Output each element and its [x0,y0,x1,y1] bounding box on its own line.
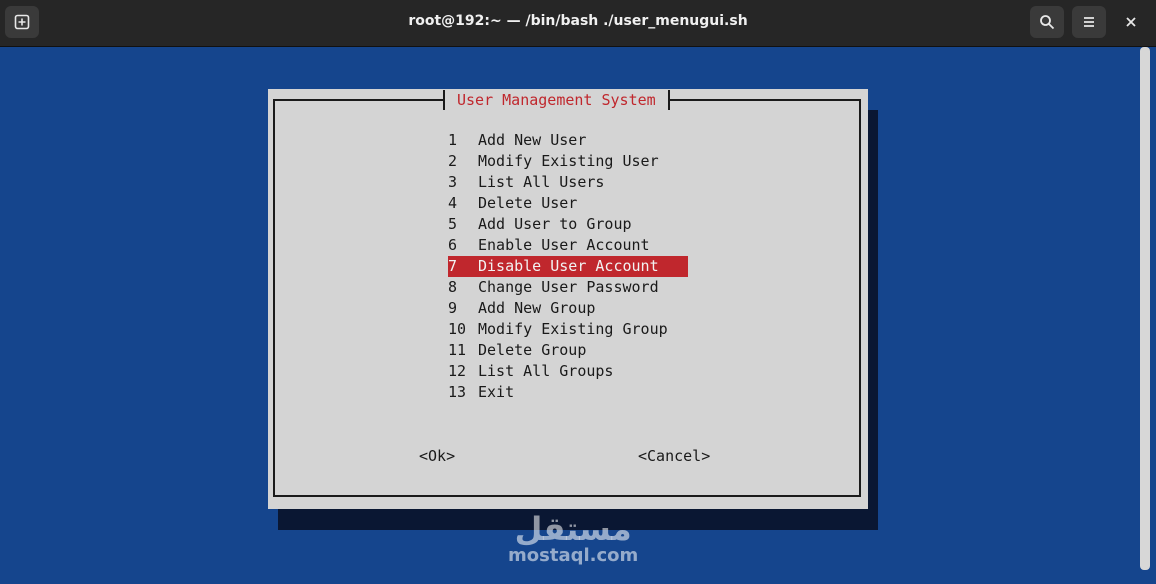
menu-dialog: User Management System 1 Add New User 2 Mod… [268,89,868,509]
menu-item-label: Add New Group [478,299,596,317]
menu-item-label: Change User Password [478,278,659,296]
window-titlebar: root@192:~ — /bin/bash ./user_menugui.sh [0,0,1156,47]
menu-item[interactable]: 2 Modify Existing User [448,151,688,172]
menu-item[interactable]: 6 Enable User Account [448,235,688,256]
menu-item[interactable]: 9 Add New Group [448,298,688,319]
menu-item-number: 1 [448,131,458,149]
menu-item-label: Enable User Account [478,236,650,254]
terminal-scrollbar[interactable] [1140,47,1150,570]
dialog-title: User Management System [443,90,670,110]
menu-item-number: 6 [448,236,458,254]
menu-item-number: 7 [448,257,458,275]
watermark-arabic: مستقل [514,510,632,548]
menu-item[interactable]: 5 Add User to Group [448,214,688,235]
menu-item[interactable]: 3 List All Users [448,172,688,193]
menu-item-label: Delete Group [478,341,587,359]
menu-item-label: Add New User [478,131,587,149]
menu-item-number: 13 [448,383,467,401]
cancel-button[interactable]: <Cancel> [638,447,710,465]
menu-list: 1 Add New User 2 Modify Existing User 3 List … [448,130,688,403]
menu-item-number: 3 [448,173,458,191]
menu-item-label: Modify Existing Group [478,320,668,338]
menu-item-number: 2 [448,152,458,170]
menu-item[interactable]: 8 Change User Password [448,277,688,298]
menu-item-label: Add User to Group [478,215,632,233]
menu-item-number: 11 [448,341,467,359]
menu-item-label: List All Groups [478,362,614,380]
watermark: مستقل mostaql.com [508,512,638,566]
menu-item[interactable]: 10 Modify Existing Group [448,319,688,340]
menu-item[interactable]: 1 Add New User [448,130,688,151]
menu-item[interactable]: 13 Exit [448,382,688,403]
menu-item-number: 5 [448,215,458,233]
hamburger-menu-button[interactable] [1072,6,1106,38]
menu-item-label: List All Users [478,173,605,191]
menu-item-number: 10 [448,320,467,338]
menu-item[interactable]: 4 Delete User [448,193,688,214]
menu-item-number: 4 [448,194,458,212]
menu-item-label: Exit [478,383,515,401]
menu-item[interactable]: 11 Delete Group [448,340,688,361]
close-icon [1125,13,1137,32]
window-title: root@192:~ — /bin/bash ./user_menugui.sh [408,13,748,29]
close-window-button[interactable] [1114,6,1148,38]
hamburger-menu-icon [1081,14,1097,30]
menu-item[interactable]: 7 Disable User Account [448,256,688,277]
ok-button[interactable]: <Ok> [419,447,455,465]
menu-item-label: Delete User [478,194,578,212]
watermark-latin: mostaql.com [508,545,639,566]
menu-item-label: Disable User Account [478,257,659,275]
search-button[interactable] [1030,6,1064,38]
search-icon [1039,14,1055,30]
menu-item-number: 9 [448,299,458,317]
menu-item-label: Modify Existing User [478,152,659,170]
menu-item[interactable]: 12 List All Groups [448,361,688,382]
menu-item-number: 8 [448,278,458,296]
menu-item-number: 12 [448,362,467,380]
